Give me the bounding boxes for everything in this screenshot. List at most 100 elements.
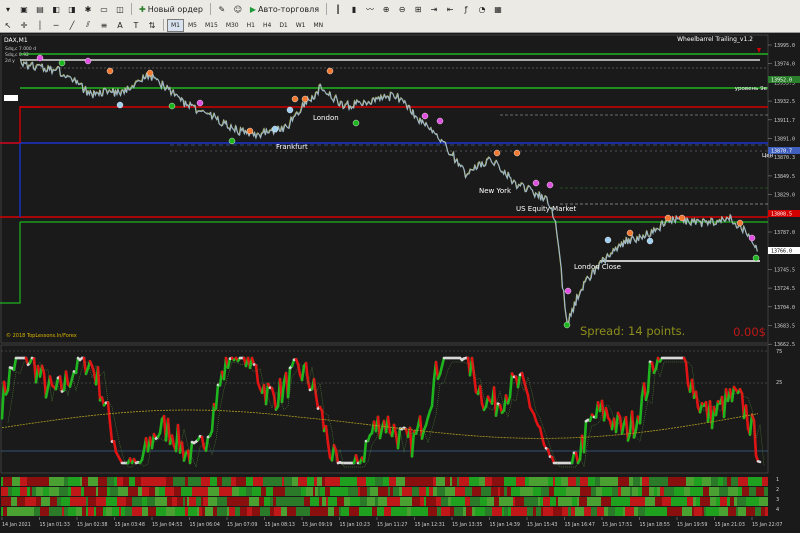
heat-cell	[227, 507, 229, 516]
new-order-label: Новый ордер	[148, 5, 203, 14]
heat-cell	[315, 487, 318, 496]
heat-cell	[322, 477, 325, 486]
heat-cell	[662, 497, 671, 506]
heat-cell	[402, 487, 412, 496]
heat-cell	[103, 507, 106, 516]
heat-cell	[685, 507, 692, 516]
timeframe-h1[interactable]: H1	[243, 19, 259, 32]
price-tick-label: 13829.0	[774, 193, 795, 199]
candles-icon[interactable]: ▮	[347, 3, 361, 16]
heat-cell	[148, 507, 156, 516]
navigator-icon[interactable]: ✱	[81, 3, 95, 16]
timeframe-m30[interactable]: M30	[222, 19, 243, 32]
heat-cell	[584, 507, 591, 516]
channel-icon[interactable]: ⫽	[81, 19, 95, 32]
new-order-button[interactable]: ✚Новый ордер	[136, 3, 206, 16]
experts-icon[interactable]: ☺	[231, 3, 245, 16]
timeframe-d1[interactable]: D1	[275, 19, 291, 32]
timeframe-m5[interactable]: M5	[184, 19, 201, 32]
heat-cell	[445, 477, 450, 486]
heat-cell	[407, 507, 411, 516]
periods-icon[interactable]: ◔	[475, 3, 489, 16]
new-chart-icon[interactable]: ▣	[17, 3, 31, 16]
heat-cell	[385, 477, 389, 486]
heat-cell	[541, 507, 543, 516]
heat-cell	[141, 477, 151, 486]
horizontal-line-icon[interactable]: ─	[49, 19, 63, 32]
indicators-icon[interactable]: ƒ	[459, 3, 473, 16]
heat-cell	[556, 497, 558, 506]
heat-cell	[719, 507, 728, 516]
label-tool-icon[interactable]: T	[129, 19, 143, 32]
chart-window[interactable]: 13995.013974.013953.313932.513911.713891…	[0, 33, 800, 529]
heat-cell	[138, 487, 142, 496]
heat-cell	[360, 487, 367, 496]
heat-cell	[499, 497, 506, 506]
heat-cell	[396, 477, 405, 486]
heat-cell	[706, 507, 710, 516]
profiles-icon[interactable]: ▤	[33, 3, 47, 16]
market-watch-icon[interactable]: ◧	[49, 3, 63, 16]
heat-cell	[17, 497, 25, 506]
heat-cell	[674, 487, 684, 496]
chart-shift-icon[interactable]: ⇤	[443, 3, 457, 16]
time-tick-label: 15 Jan 09:19	[302, 522, 332, 528]
metaeditor-icon[interactable]: ✎	[215, 3, 229, 16]
heat-cell	[579, 497, 587, 506]
heat-cell	[366, 477, 375, 486]
autotrading-button[interactable]: ▶Авто-торговля	[247, 3, 322, 16]
heat-cell	[344, 497, 350, 506]
zoom-in-icon[interactable]: ⊕	[379, 3, 393, 16]
terminal-icon[interactable]: ▭	[97, 3, 111, 16]
heat-cell	[749, 487, 756, 496]
vertical-line-icon[interactable]: │	[33, 19, 47, 32]
heat-cell	[632, 487, 638, 496]
heat-cell	[533, 507, 536, 516]
heat-cell	[88, 507, 94, 516]
timeframe-m1[interactable]: M1	[167, 19, 184, 32]
crosshair-icon[interactable]: ✛	[17, 19, 31, 32]
heat-cell	[682, 507, 685, 516]
heat-cell	[562, 497, 572, 506]
time-tick-label: 15 Jan 13:35	[452, 522, 482, 528]
heat-cell	[247, 507, 252, 516]
heat-cell	[433, 487, 437, 496]
templates-icon[interactable]: ▦	[491, 3, 505, 16]
heat-cell	[424, 477, 433, 486]
fibonacci-icon[interactable]: ≡	[97, 19, 111, 32]
heat-cell	[246, 477, 253, 486]
timeframe-w1[interactable]: W1	[292, 19, 310, 32]
heat-cell	[252, 487, 261, 496]
price-highlight-label: 13870.7	[771, 149, 792, 155]
heat-cell	[491, 487, 498, 496]
data-window-icon[interactable]: ◨	[65, 3, 79, 16]
cursor-icon[interactable]: ↖	[1, 19, 15, 32]
line-chart-icon[interactable]: 〰	[363, 3, 377, 16]
timeframe-m15[interactable]: M15	[201, 19, 222, 32]
heat-cell	[27, 487, 30, 496]
tester-icon[interactable]: ◫	[113, 3, 127, 16]
heat-cell	[274, 507, 281, 516]
zoom-out-icon[interactable]: ⊖	[395, 3, 409, 16]
heat-cell	[98, 487, 107, 496]
tile-windows-icon[interactable]: ⊞	[411, 3, 425, 16]
chart-canvas[interactable]: 13995.013974.013953.313932.513911.713891…	[0, 33, 800, 529]
timeframe-h4[interactable]: H4	[259, 19, 275, 32]
trendline-icon[interactable]: ╱	[65, 19, 79, 32]
heat-cell	[754, 497, 759, 506]
text-tool-icon[interactable]: A	[113, 19, 127, 32]
heat-cell	[510, 477, 516, 486]
heat-cell	[716, 497, 720, 506]
arrows-tool-icon[interactable]: ⇅	[145, 19, 159, 32]
heat-cell	[718, 477, 723, 486]
bar-chart-icon[interactable]: ┃	[331, 3, 345, 16]
timeframe-mn[interactable]: MN	[310, 19, 328, 32]
price-label-short: Цен	[762, 153, 774, 159]
file-menu-icon[interactable]: ▾	[1, 3, 15, 16]
heat-cell	[31, 477, 41, 486]
heat-cell	[558, 497, 562, 506]
heat-cell	[11, 497, 17, 506]
heat-cell	[159, 497, 167, 506]
autoscroll-icon[interactable]: ⇥	[427, 3, 441, 16]
heat-cell	[612, 477, 618, 486]
